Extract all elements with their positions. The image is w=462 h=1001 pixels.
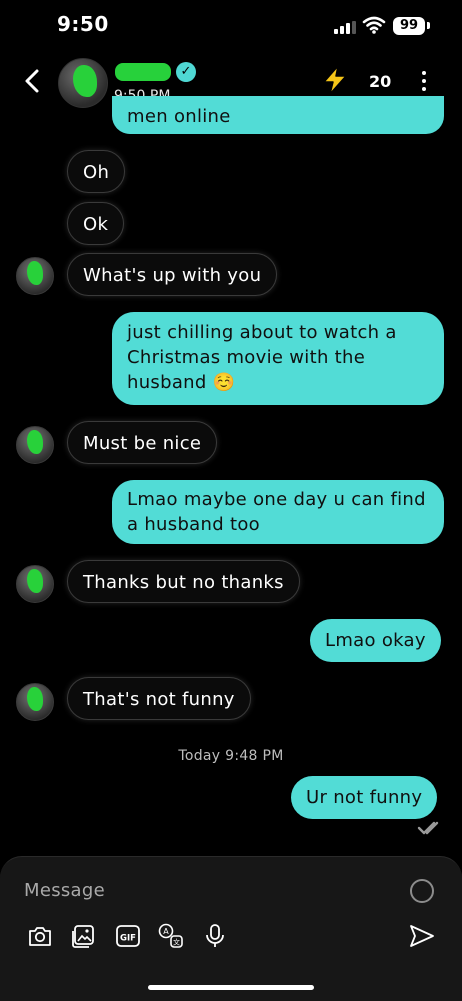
message-bubble-incoming[interactable]: Oh	[67, 150, 126, 193]
camera-icon[interactable]	[26, 922, 54, 950]
send-icon[interactable]	[408, 923, 436, 949]
microphone-icon[interactable]	[201, 922, 229, 950]
more-options-icon[interactable]	[420, 71, 428, 93]
battery-indicator: 99	[393, 17, 425, 35]
message-bubble-outgoing[interactable]: Ur not funny	[291, 776, 438, 819]
read-receipt-icon	[417, 821, 439, 835]
wifi-icon	[362, 16, 386, 34]
gif-icon[interactable]: GIF	[114, 922, 142, 950]
bolt-count: 20	[369, 72, 392, 91]
message-bubble-incoming[interactable]: Thanks but no thanks	[67, 560, 300, 603]
timestamp-divider: Today 9:48 PM	[178, 748, 284, 764]
message-bubble-outgoing[interactable]: Lmao okay	[310, 619, 441, 662]
status-time: 9:50	[57, 12, 109, 36]
message-bubble-incoming[interactable]: That's not funny	[67, 677, 251, 720]
cellular-signal-icon	[334, 21, 356, 34]
sender-avatar[interactable]	[16, 565, 54, 603]
svg-text:文: 文	[173, 938, 180, 947]
message-bubble-outgoing[interactable]: just chilling about to watch a Christmas…	[112, 312, 444, 405]
battery-tip	[427, 22, 430, 29]
message-bubble-outgoing[interactable]: men online	[112, 96, 444, 134]
message-bubble-outgoing[interactable]: Lmao maybe one day u can find a husband …	[112, 480, 444, 544]
contact-avatar[interactable]	[58, 58, 108, 108]
home-indicator	[148, 985, 314, 990]
translate-icon[interactable]: A 文	[157, 922, 185, 950]
message-bubble-incoming[interactable]: Must be nice	[67, 421, 218, 464]
sender-avatar[interactable]	[16, 257, 54, 295]
message-bubble-incoming[interactable]: What's up with you	[67, 253, 278, 296]
message-bubble-incoming[interactable]: Ok	[67, 202, 125, 245]
contact-name-redacted[interactable]	[115, 63, 171, 81]
sender-avatar[interactable]	[16, 683, 54, 721]
svg-text:A: A	[163, 927, 169, 936]
sender-avatar[interactable]	[16, 426, 54, 464]
back-chevron-icon[interactable]	[18, 66, 48, 96]
message-input[interactable]: Message	[24, 880, 105, 901]
verified-badge-icon: ✓	[176, 62, 196, 82]
svg-text:GIF: GIF	[120, 934, 136, 944]
record-circle-icon[interactable]	[410, 879, 434, 903]
gallery-icon[interactable]	[69, 922, 97, 950]
lightning-bolt-icon[interactable]	[320, 64, 350, 96]
